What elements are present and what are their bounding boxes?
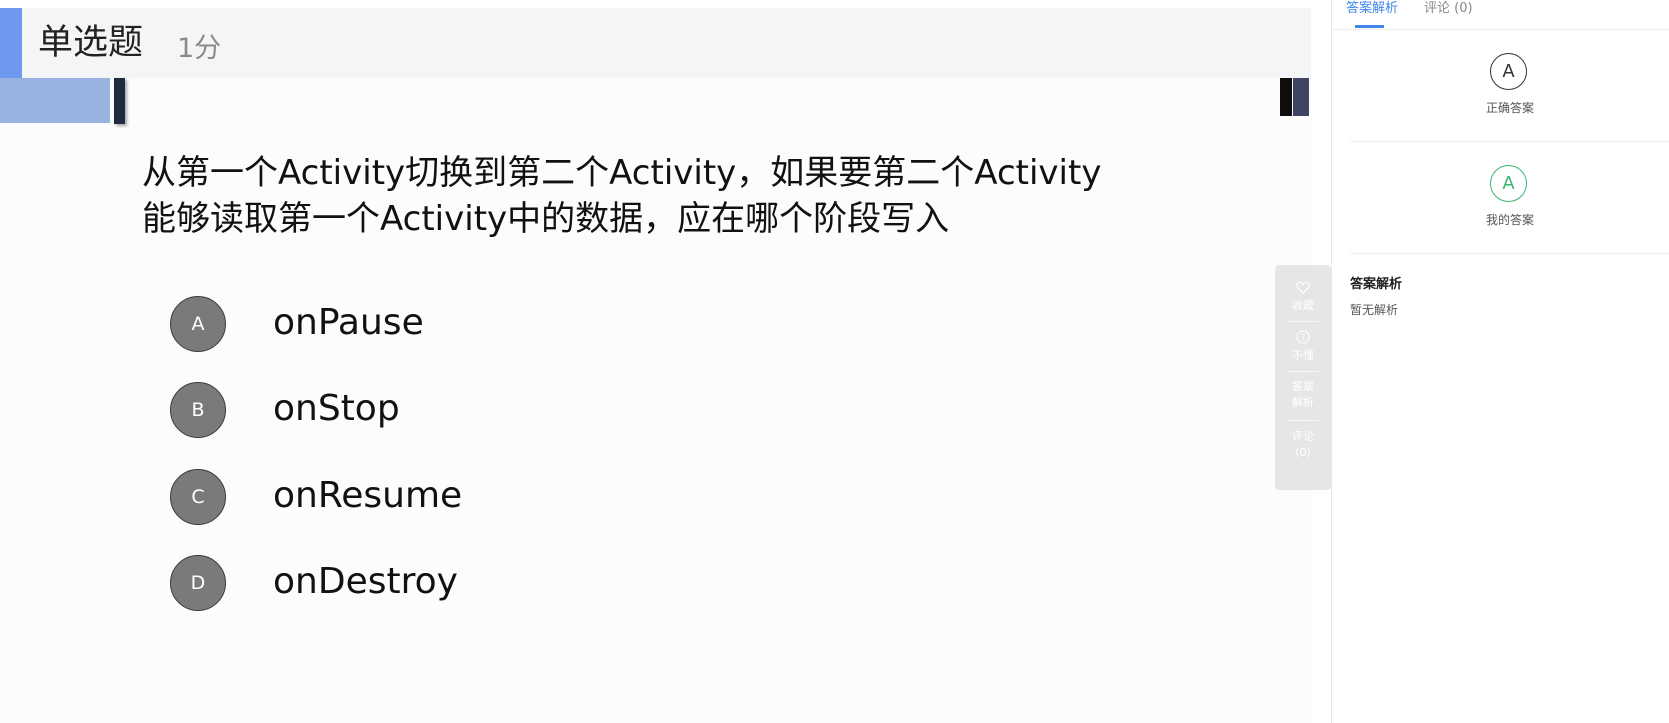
answer-panel: 答案解析 评论 (0) A 正确答案 A 我的答案 答案解析 暂无解析 bbox=[1331, 0, 1669, 723]
decorative-bar-left-dark bbox=[114, 78, 125, 124]
header-accent-bar bbox=[0, 8, 22, 78]
slide-header: 单选题 1分 bbox=[0, 8, 1311, 78]
decorative-bar-right-blue bbox=[1293, 78, 1309, 116]
correct-answer-block: A 正确答案 bbox=[1350, 30, 1669, 142]
decorative-bar-left bbox=[0, 78, 110, 123]
my-answer-label: 我的答案 bbox=[1485, 213, 1534, 227]
decorative-bar-right-dark bbox=[1280, 78, 1292, 116]
panel-tabs: 答案解析 评论 (0) bbox=[1332, 0, 1669, 30]
answer-analysis-label-line-1: 答案 bbox=[1292, 380, 1314, 393]
comment-label-line-1: 评论 bbox=[1292, 430, 1314, 443]
option-a-letter: A bbox=[170, 296, 226, 352]
toolbar-divider bbox=[1287, 371, 1319, 372]
not-understand-label: 不懂 bbox=[1292, 349, 1314, 362]
answer-analysis-button[interactable]: 答案 解析 bbox=[1283, 379, 1323, 411]
option-b-letter: B bbox=[170, 382, 226, 438]
correct-answer-badge: A bbox=[1490, 53, 1527, 90]
tab-comments[interactable]: 评论 (0) bbox=[1424, 1, 1473, 17]
my-answer-badge: A bbox=[1490, 165, 1527, 202]
not-understand-button[interactable]: ? 不懂 bbox=[1283, 330, 1323, 364]
my-answer-block: A 我的答案 bbox=[1350, 142, 1669, 254]
option-d[interactable]: D onDestroy bbox=[170, 555, 870, 611]
option-c[interactable]: C onResume bbox=[170, 469, 870, 525]
active-tab-indicator bbox=[1355, 25, 1384, 28]
question-score-label: 1分 bbox=[177, 33, 222, 64]
comment-button[interactable]: 评论 (0) bbox=[1283, 429, 1323, 461]
option-b[interactable]: B onStop bbox=[170, 382, 870, 438]
toolbar-divider bbox=[1287, 420, 1319, 421]
tab-answer-analysis[interactable]: 答案解析 bbox=[1346, 1, 1398, 17]
favorite-button[interactable]: 收藏 bbox=[1283, 281, 1323, 314]
analysis-body: 暂无解析 bbox=[1350, 303, 1399, 317]
page: 单选题 1分 从第一个Activity切换到第二个Activity，如果要第二个… bbox=[0, 0, 1669, 723]
heart-icon bbox=[1283, 281, 1323, 298]
favorite-label: 收藏 bbox=[1292, 299, 1314, 312]
question-text: 从第一个Activity切换到第二个Activity，如果要第二个Activit… bbox=[142, 150, 1162, 242]
option-c-text: onResume bbox=[273, 475, 463, 516]
option-a-text: onPause bbox=[273, 302, 424, 343]
option-d-letter: D bbox=[170, 555, 226, 611]
option-b-text: onStop bbox=[273, 388, 400, 429]
question-slide: 单选题 1分 从第一个Activity切换到第二个Activity，如果要第二个… bbox=[0, 8, 1311, 723]
question-text-line-2: 能够读取第一个Activity中的数据，应在哪个阶段写入 bbox=[142, 199, 950, 239]
analysis-title: 答案解析 bbox=[1350, 277, 1403, 292]
option-d-text: onDestroy bbox=[273, 561, 458, 602]
correct-answer-label: 正确答案 bbox=[1485, 101, 1534, 115]
option-c-letter: C bbox=[170, 469, 226, 525]
question-icon: ? bbox=[1283, 330, 1323, 348]
answer-analysis-label-line-2: 解析 bbox=[1292, 396, 1314, 409]
question-type-label: 单选题 bbox=[38, 23, 144, 63]
option-a[interactable]: A onPause bbox=[170, 296, 870, 352]
question-text-line-1: 从第一个Activity切换到第二个Activity，如果要第二个Activit… bbox=[142, 153, 1102, 193]
floating-toolbar: 收藏 ? 不懂 答案 解析 评论 (0) bbox=[1275, 265, 1331, 490]
toolbar-divider bbox=[1287, 321, 1319, 322]
comment-count-label: (0) bbox=[1295, 446, 1311, 459]
svg-text:?: ? bbox=[1301, 334, 1306, 344]
